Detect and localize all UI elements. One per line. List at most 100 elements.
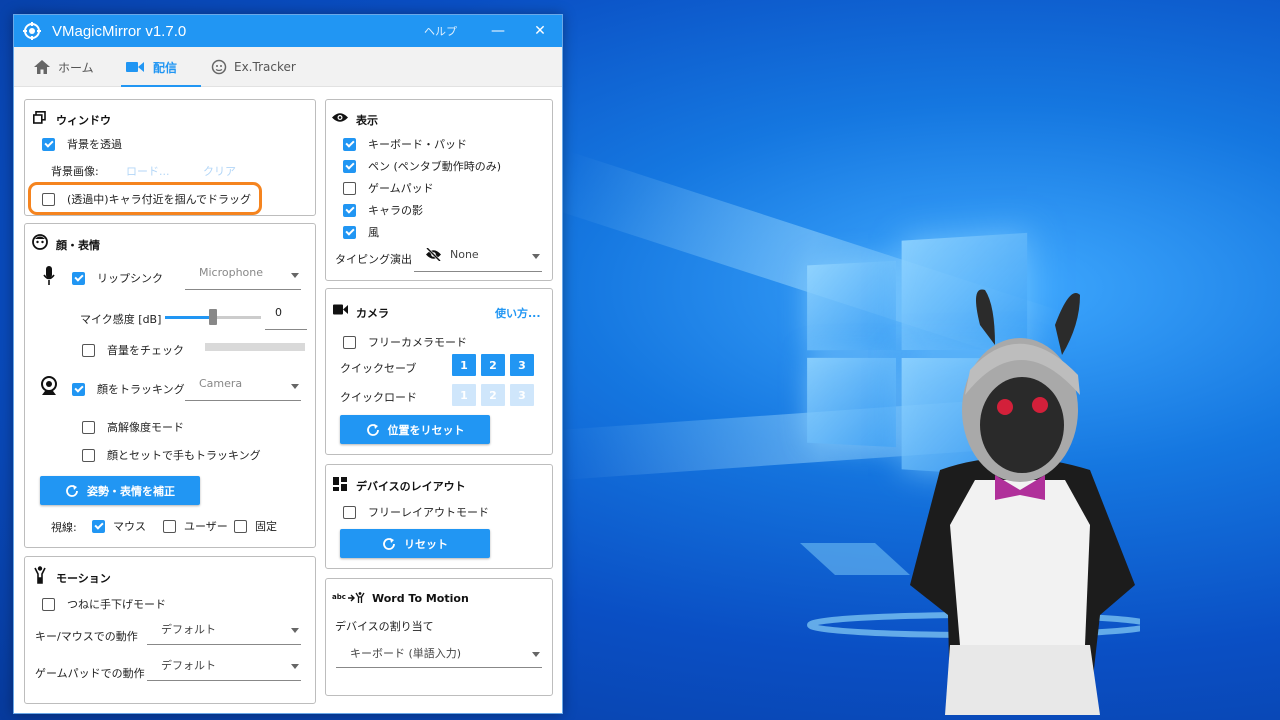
avatar-character [800, 289, 1140, 715]
checkbox-label: 顔をトラッキング [97, 383, 185, 396]
checkbox-checked[interactable] [42, 137, 55, 151]
title-bar[interactable]: VMagicMirror v1.7.0 ヘルプ — ✕ [14, 15, 562, 47]
tab-bar: ホーム 配信 Ex.Tracker [14, 47, 562, 87]
close-button[interactable]: ✕ [530, 21, 550, 41]
button-label: 1 [460, 388, 468, 402]
select-value: Microphone [199, 266, 264, 279]
lipsync-checkbox[interactable]: リップシンク [72, 270, 163, 286]
mic-sensitivity-input[interactable]: 0 [265, 306, 307, 330]
transparent-bg-checkbox[interactable]: 背景を透過 [42, 136, 122, 152]
checkbox-unchecked[interactable] [343, 335, 356, 349]
checkbox-label: つねに手下げモード [67, 598, 166, 611]
panel-title: カメラ [356, 307, 389, 320]
checkbox-checked[interactable] [343, 137, 356, 151]
checkbox-label: リップシンク [97, 272, 163, 285]
hands-down-checkbox[interactable]: つねに手下げモード [42, 596, 166, 612]
device-assign-select[interactable]: キーボード (単語入力) [336, 640, 542, 668]
checkbox-label: 背景を透過 [67, 138, 122, 151]
select-value: Camera [199, 377, 243, 390]
camera-help-link[interactable]: 使い方... [495, 305, 541, 321]
display-pen-checkbox[interactable]: ペン (ペンタブ動作時のみ) [343, 158, 501, 174]
checkbox-unchecked[interactable] [234, 519, 247, 533]
refresh-icon [66, 484, 78, 497]
display-gamepad-checkbox[interactable]: ゲームパッド [343, 180, 434, 196]
minimize-button[interactable]: — [488, 21, 508, 41]
high-res-checkbox[interactable]: 高解像度モード [82, 419, 184, 435]
display-keyboard-checkbox[interactable]: キーボード・パッド [343, 136, 467, 152]
button-label: 2 [489, 358, 497, 372]
checkbox-unchecked[interactable] [82, 343, 95, 357]
reset-layout-button[interactable]: リセット [340, 529, 490, 558]
clear-link[interactable]: クリア [203, 163, 236, 179]
motion-panel: モーション つねに手下げモード キー/マウスでの動作 デフォルト ゲームパッドで… [24, 556, 316, 704]
slider-thumb[interactable] [209, 309, 217, 325]
chevron-down-icon [532, 652, 540, 657]
button-label: 3 [518, 358, 526, 372]
checkbox-label: ゲームパッド [368, 182, 434, 195]
eye-off-icon [426, 248, 441, 261]
checkbox-checked[interactable] [72, 271, 85, 285]
load-link[interactable]: ロード... [126, 163, 170, 179]
face-icon [32, 234, 48, 250]
panel-title: モーション [56, 572, 111, 585]
checkbox-unchecked[interactable] [82, 448, 95, 462]
tab-stream[interactable]: 配信 [126, 47, 177, 87]
panel-title: デバイスのレイアウト [356, 480, 466, 493]
layout-grid-icon [333, 477, 347, 491]
free-camera-checkbox[interactable]: フリーカメラモード [343, 334, 467, 350]
chevron-down-icon [532, 254, 540, 259]
checkbox-label: キャラの影 [368, 204, 423, 217]
refresh-icon [366, 423, 379, 436]
panel-title: Word To Motion [372, 592, 469, 605]
gaze-user-checkbox[interactable]: ユーザー [163, 518, 228, 534]
chevron-down-icon [291, 384, 299, 389]
eye-icon [332, 113, 348, 122]
reset-position-button[interactable]: 位置をリセット [340, 415, 490, 444]
checkbox-unchecked[interactable] [343, 181, 356, 195]
checkbox-checked[interactable] [92, 519, 105, 533]
word-to-motion-icon [348, 592, 365, 603]
quick-save-3-button[interactable]: 3 [510, 354, 534, 376]
display-wind-checkbox[interactable]: 風 [343, 224, 379, 240]
quick-load-1-button[interactable]: 1 [452, 384, 476, 406]
select-value: None [450, 248, 479, 261]
quick-load-3-button[interactable]: 3 [510, 384, 534, 406]
display-shadow-checkbox[interactable]: キャラの影 [343, 202, 423, 218]
checkbox-checked[interactable] [343, 203, 356, 217]
face-tracking-checkbox[interactable]: 顔をトラッキング [72, 381, 185, 397]
checkbox-checked[interactable] [343, 159, 356, 173]
microphone-icon [43, 266, 55, 285]
gaze-fixed-checkbox[interactable]: 固定 [234, 518, 277, 534]
volume-meter [205, 343, 305, 351]
word-to-motion-panel: abc Word To Motion デバイスの割り当て キーボード (単語入力… [325, 578, 553, 696]
checkbox-unchecked[interactable] [343, 505, 356, 519]
gamepad-select[interactable]: デフォルト [147, 657, 301, 681]
checkbox-label: フリーカメラモード [368, 336, 467, 349]
checkbox-checked[interactable] [72, 382, 85, 396]
checkbox-checked[interactable] [343, 225, 356, 239]
checkbox-unchecked[interactable] [163, 519, 176, 533]
typing-effect-select[interactable]: None [414, 240, 542, 272]
mic-sensitivity-slider[interactable] [165, 309, 261, 325]
camera-select[interactable]: Camera [185, 377, 301, 401]
calibrate-button[interactable]: 姿勢・表情を補正 [40, 476, 200, 505]
highlight-annotation [28, 182, 262, 215]
tab-ex-tracker-label: Ex.Tracker [234, 60, 296, 74]
volume-check-checkbox[interactable]: 音量をチェック [82, 342, 184, 358]
video-camera-icon [126, 62, 144, 72]
button-label: リセット [404, 537, 448, 551]
quick-save-2-button[interactable]: 2 [481, 354, 505, 376]
checkbox-unchecked[interactable] [82, 420, 95, 434]
tab-ex-tracker[interactable]: Ex.Tracker [211, 47, 296, 87]
checkbox-unchecked[interactable] [42, 597, 55, 611]
help-menu[interactable]: ヘルプ [424, 23, 457, 39]
window-restore-icon [33, 111, 46, 124]
quick-save-1-button[interactable]: 1 [452, 354, 476, 376]
key-mouse-select[interactable]: デフォルト [147, 621, 301, 645]
hand-tracking-checkbox[interactable]: 顔とセットで手もトラッキング [82, 447, 261, 463]
tab-home[interactable]: ホーム [34, 47, 94, 87]
quick-load-2-button[interactable]: 2 [481, 384, 505, 406]
gaze-mouse-checkbox[interactable]: マウス [92, 518, 146, 534]
microphone-select[interactable]: Microphone [185, 266, 301, 290]
free-layout-checkbox[interactable]: フリーレイアウトモード [343, 504, 489, 520]
